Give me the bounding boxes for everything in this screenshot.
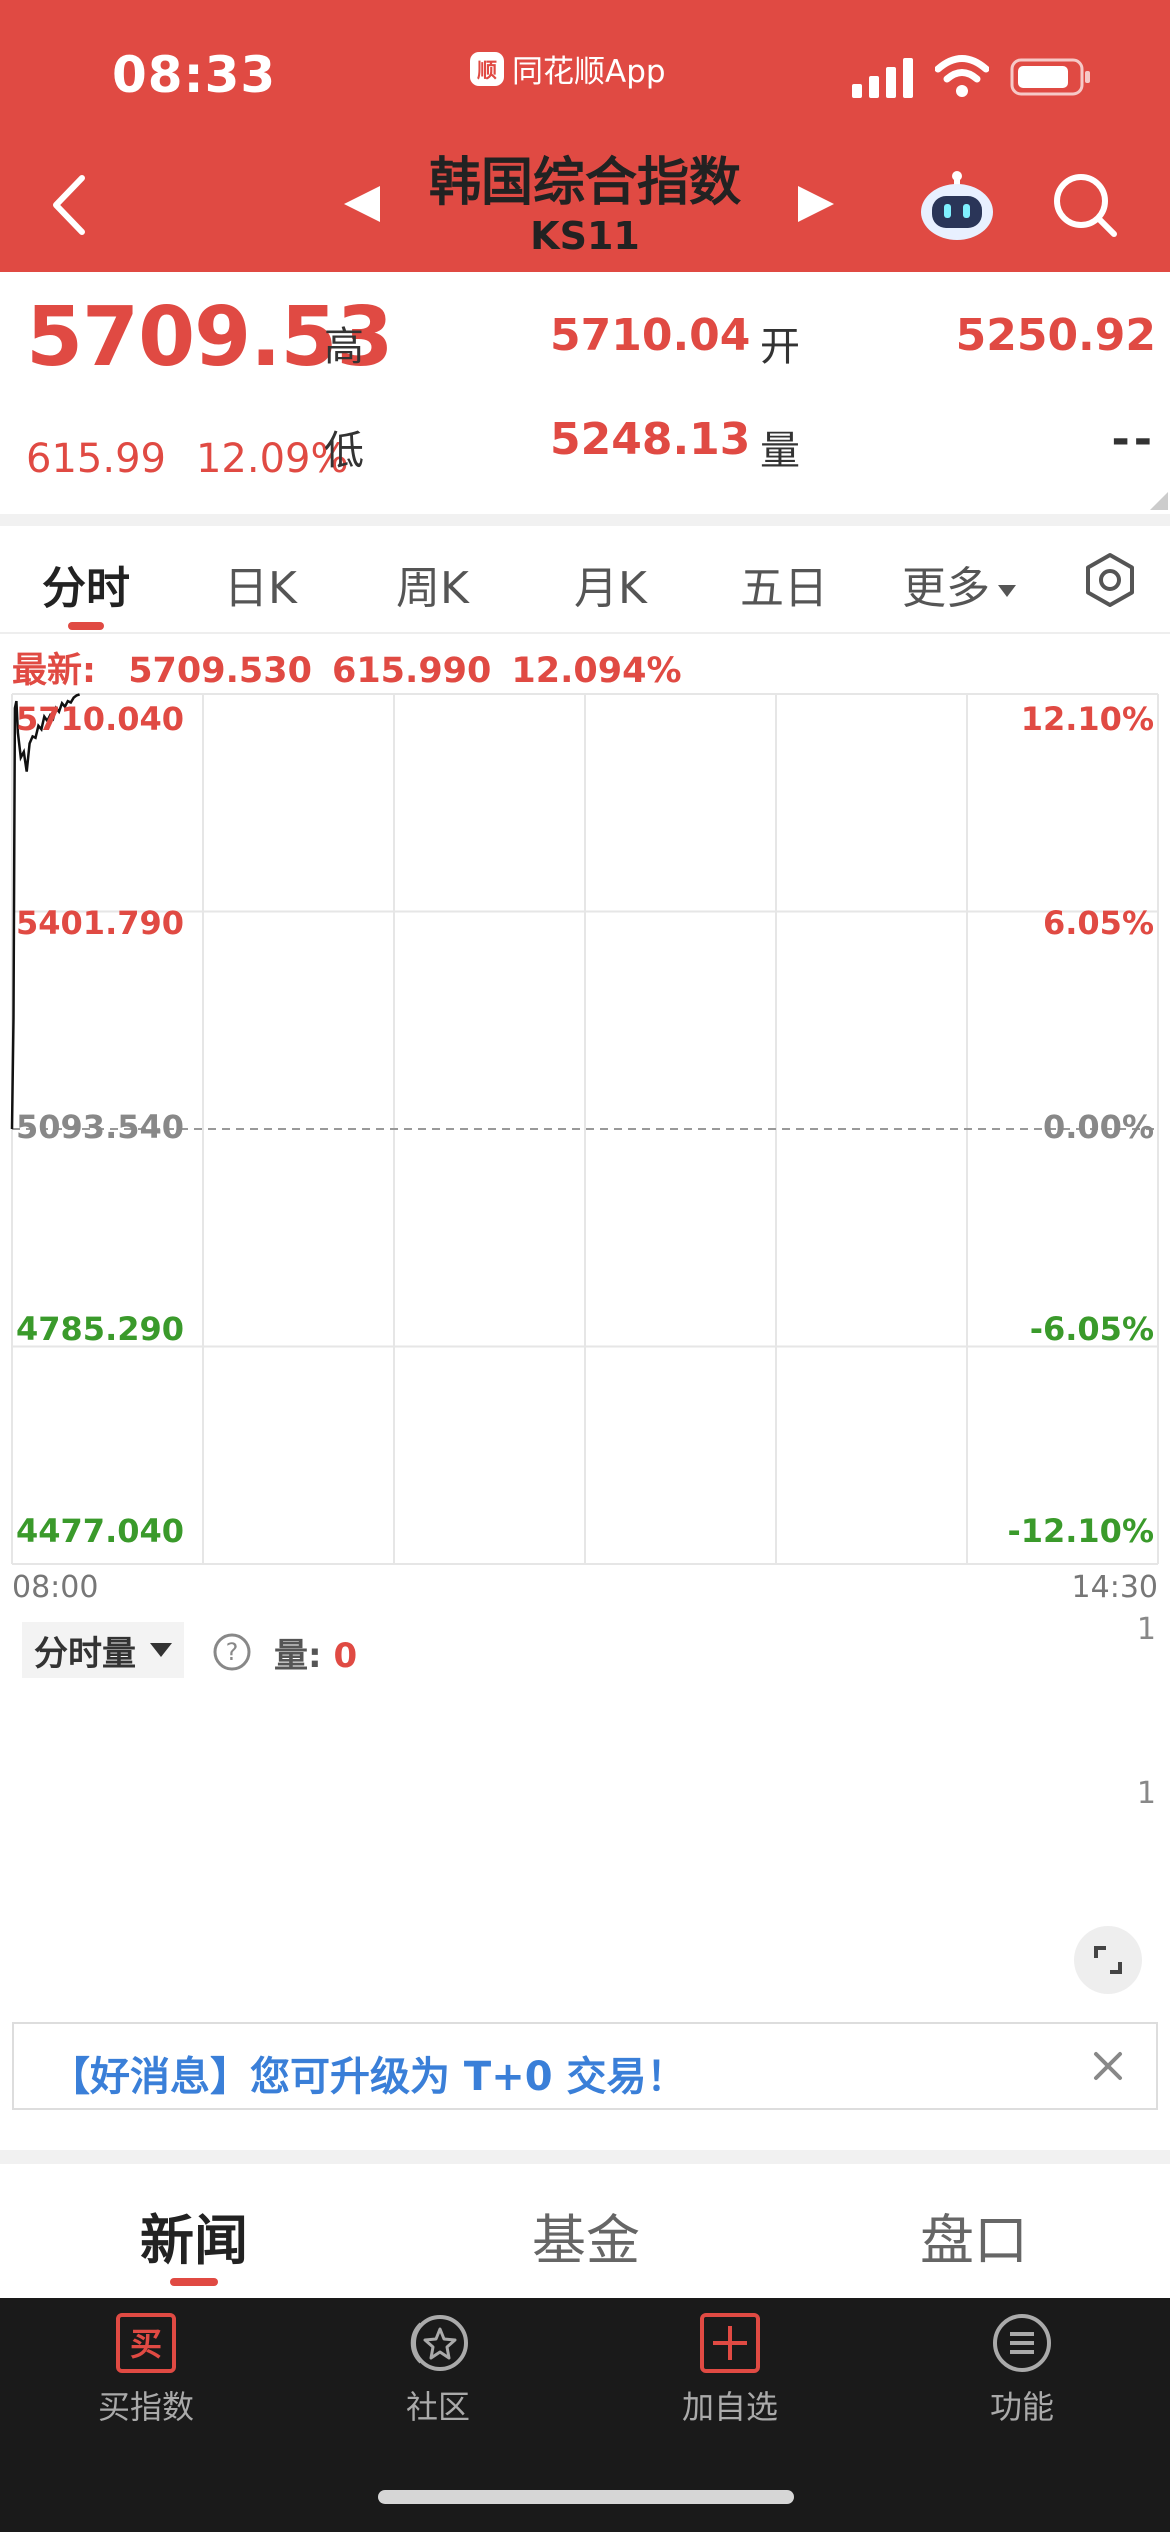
y-tick-left-0: 5710.040 [16, 700, 185, 738]
functions-label: 功能 [989, 2388, 1054, 2426]
volume-value: -- [1111, 414, 1156, 465]
tab-weekly-k[interactable]: 周K [396, 552, 469, 616]
x-tick-end: 14:30 [1071, 1570, 1158, 1605]
y-tick-right-0: 12.10% [1020, 700, 1154, 738]
settings-icon[interactable] [1080, 550, 1140, 610]
add-watchlist-button[interactable]: 加自选 [640, 2312, 820, 2428]
tab-news[interactable]: 新闻 [140, 2196, 248, 2275]
volume-label: 量 [760, 428, 800, 474]
expand-icon [1094, 1946, 1122, 1974]
volume-readout-value: 0 [333, 1636, 358, 1676]
y-tick-left-2: 5093.540 [16, 1108, 185, 1146]
chevron-down-icon [150, 1643, 172, 1657]
y-tick-right-4: -12.10% [1007, 1512, 1154, 1550]
cellular-signal-icon [852, 58, 913, 98]
y-tick-right-1: 6.05% [1042, 904, 1154, 942]
volume-tick-top: 1 [1136, 1612, 1156, 1647]
buy-icon: 买 [116, 2313, 176, 2373]
y-tick-right-2: 0.00% [1042, 1108, 1154, 1146]
intraday-chart[interactable] [0, 690, 1170, 1610]
latest-price: 5709.530 [128, 651, 312, 691]
active-tab-indicator [68, 622, 104, 630]
buy-index-label: 买指数 [97, 2388, 194, 2426]
tab-more-label: 更多 [902, 563, 990, 614]
volume-indicator-label: 分时量 [34, 1633, 136, 1674]
section-divider [0, 2150, 1170, 2164]
community-icon [410, 2315, 468, 2371]
app-logo-icon: 顺 [470, 51, 504, 86]
section-divider [0, 514, 1170, 526]
promo-banner[interactable]: 【好消息】您可升级为 T+0 交易！ [12, 2022, 1158, 2110]
tab-five-day[interactable]: 五日 [740, 552, 828, 616]
tab-order-book[interactable]: 盘口 [920, 2196, 1028, 2275]
svg-text:买: 买 [130, 2325, 162, 2363]
volume-tick-mid: 1 [1136, 1776, 1156, 1811]
high-value: 5710.04 [550, 310, 751, 361]
latest-label: 最新: [12, 651, 96, 691]
home-indicator [378, 2490, 794, 2504]
wifi-icon [935, 55, 989, 97]
price-change: 615.99 [26, 436, 166, 482]
x-tick-start: 08:00 [12, 1570, 99, 1605]
index-code: KS11 [530, 214, 640, 258]
community-button[interactable]: 社区 [348, 2312, 528, 2428]
status-time: 08:33 [112, 46, 277, 104]
latest-change: 615.990 [331, 651, 492, 691]
volume-indicator-select[interactable]: 分时量 [22, 1622, 184, 1678]
latest-pct: 12.094% [511, 651, 682, 691]
tab-daily-k[interactable]: 日K [224, 552, 297, 616]
help-icon[interactable]: ? [212, 1632, 252, 1672]
promo-banner-text: 【好消息】您可升级为 T+0 交易！ [50, 2054, 687, 2100]
status-app-name: 顺 同花顺App [470, 46, 666, 91]
robot-assistant-icon[interactable] [918, 170, 996, 242]
tab-funds[interactable]: 基金 [532, 2196, 640, 2275]
menu-icon [993, 2314, 1051, 2372]
high-label: 高 [324, 324, 364, 370]
y-tick-left-1: 5401.790 [16, 904, 185, 942]
back-arrow-icon[interactable] [46, 170, 96, 240]
index-title: 韩国综合指数 [428, 153, 741, 213]
open-label: 开 [760, 324, 800, 370]
tab-intraday[interactable]: 分时 [42, 552, 130, 616]
fullscreen-button[interactable] [1074, 1926, 1142, 1994]
y-tick-right-3: -6.05% [1029, 1310, 1154, 1348]
chevron-down-icon [998, 585, 1016, 597]
volume-readout: 量: 0 [274, 1628, 357, 1677]
tab-monthly-k[interactable]: 月K [574, 552, 647, 616]
community-label: 社区 [405, 2388, 470, 2426]
app-name-text: 同花顺App [512, 54, 666, 90]
previous-index-icon[interactable] [340, 182, 384, 226]
low-label: 低 [324, 428, 364, 474]
buy-index-button[interactable]: 买 买指数 [56, 2312, 236, 2428]
price-change-row: 615.99 12.09% [26, 436, 349, 482]
search-icon[interactable] [1050, 170, 1120, 240]
open-value: 5250.92 [955, 310, 1156, 361]
add-watchlist-label: 加自选 [681, 2388, 778, 2426]
functions-button[interactable]: 功能 [932, 2312, 1112, 2428]
expand-corner-icon[interactable] [1150, 492, 1168, 510]
tab-more[interactable]: 更多 [902, 552, 1016, 616]
battery-icon [1010, 58, 1090, 96]
volume-readout-label: 量: [274, 1636, 322, 1676]
next-index-icon[interactable] [794, 182, 838, 226]
y-tick-left-3: 4785.290 [16, 1310, 185, 1348]
low-value: 5248.13 [550, 414, 751, 465]
add-watchlist-icon [700, 2313, 760, 2373]
y-tick-left-4: 4477.040 [16, 1512, 185, 1550]
active-news-tab-indicator [170, 2278, 218, 2286]
close-icon[interactable] [1090, 2048, 1126, 2084]
svg-text:?: ? [226, 1638, 239, 1666]
latest-label-and-price: 最新: 5709.530 [12, 651, 312, 691]
latest-quote-line: 最新: 5709.530 615.990 12.094% [12, 642, 682, 693]
